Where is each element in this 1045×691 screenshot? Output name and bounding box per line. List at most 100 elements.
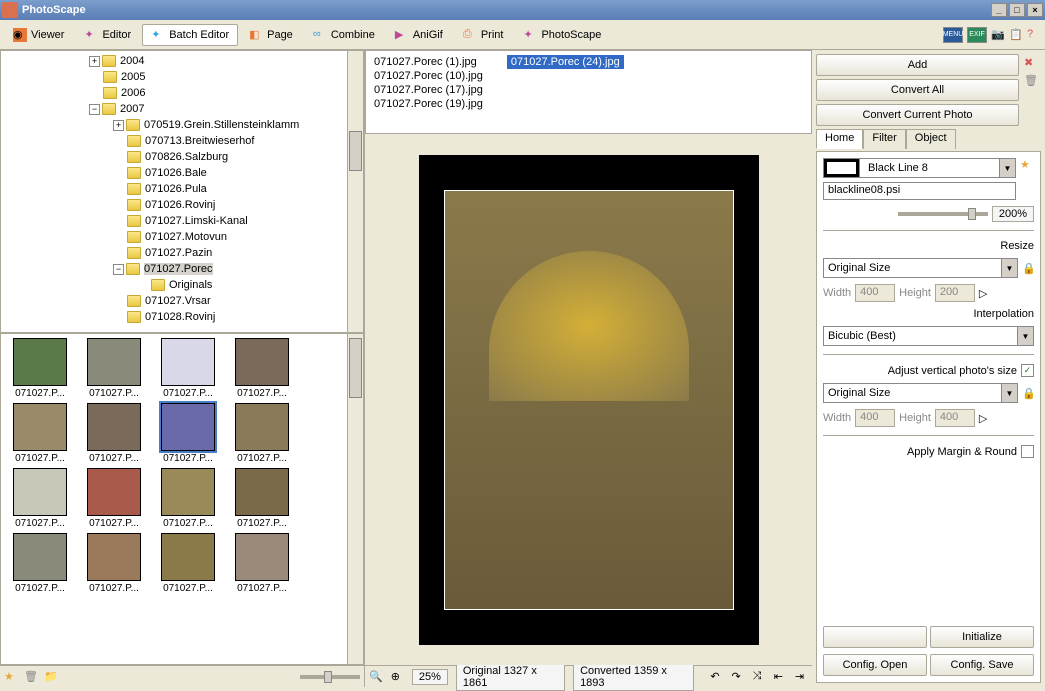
tab-home[interactable]: Home xyxy=(816,129,863,149)
thumbnail[interactable]: 071027.P... xyxy=(153,338,223,399)
expand-icon[interactable]: + xyxy=(89,56,100,67)
chevron-down-icon[interactable]: ▼ xyxy=(1017,327,1033,345)
tree-item[interactable]: 071026.Bale xyxy=(1,165,347,181)
chevron-down-icon[interactable]: ▼ xyxy=(999,159,1015,177)
collapse-icon[interactable]: − xyxy=(89,104,100,115)
triangle-icon[interactable]: ▷ xyxy=(979,287,991,299)
chevron-down-icon[interactable]: ▼ xyxy=(1001,384,1017,402)
thumbnail[interactable]: 071027.P... xyxy=(227,338,297,399)
file-item[interactable]: 071027.Porec (10).jpg xyxy=(370,69,487,83)
thumbnail[interactable]: 071027.P... xyxy=(5,533,75,594)
tree-item[interactable]: 071026.Pula xyxy=(1,181,347,197)
undo-icon[interactable]: ↶ xyxy=(710,670,723,684)
tree-item[interactable]: 2005 xyxy=(1,69,347,85)
thumbnail[interactable]: 071027.P... xyxy=(5,338,75,399)
file-item[interactable]: 071027.Porec (1).jpg xyxy=(370,55,487,69)
thumbnail[interactable]: 071027.P... xyxy=(79,468,149,529)
camera-icon[interactable]: 📷 xyxy=(991,28,1005,42)
shuffle-icon[interactable]: ⤨ xyxy=(753,670,766,684)
interpolation-dropdown[interactable]: Bicubic (Best)▼ xyxy=(823,326,1034,346)
photoscape-tab[interactable]: ✦PhotoScape xyxy=(514,24,610,46)
resize-dropdown[interactable]: Original Size▼ xyxy=(823,258,1018,278)
trash-icon[interactable]: 🗑 xyxy=(1024,74,1038,88)
frame-file-input[interactable]: blackline08.psi xyxy=(823,182,1016,200)
tree-item[interactable]: 2006 xyxy=(1,85,347,101)
initialize-button[interactable]: Initialize xyxy=(930,626,1034,648)
triangle-icon[interactable]: ▷ xyxy=(979,412,991,424)
tree-item[interactable]: +2004 xyxy=(1,53,347,69)
slider-thumb[interactable] xyxy=(324,671,332,683)
minimize-button[interactable]: _ xyxy=(991,3,1007,17)
menu-button[interactable]: MENU xyxy=(943,27,963,43)
chevron-down-icon[interactable]: ▼ xyxy=(1001,259,1017,277)
tree-item-selected[interactable]: −071027.Porec xyxy=(1,261,347,277)
editor-tab[interactable]: ✦Editor xyxy=(75,24,140,46)
blank-button[interactable] xyxy=(823,626,927,648)
thumbnail[interactable]: 071027.P... xyxy=(153,403,223,464)
batch-editor-tab[interactable]: ✦Batch Editor xyxy=(142,24,238,46)
trash-icon[interactable]: 🗑 xyxy=(24,670,38,684)
frame-dropdown[interactable]: Black Line 8 ▼ xyxy=(823,158,1016,178)
config-save-button[interactable]: Config. Save xyxy=(930,654,1034,676)
tree-item[interactable]: 071027.Limski-Kanal xyxy=(1,213,347,229)
tree-item[interactable]: 071026.Rovinj xyxy=(1,197,347,213)
clipboard-icon[interactable]: 📋 xyxy=(1009,28,1023,42)
maximize-button[interactable]: □ xyxy=(1009,3,1025,17)
collapse-icon[interactable]: − xyxy=(113,264,124,275)
tree-item[interactable]: 071027.Pazin xyxy=(1,245,347,261)
tree-item[interactable]: 070713.Breitwieserhof xyxy=(1,133,347,149)
thumbnail[interactable]: 071027.P... xyxy=(79,403,149,464)
thumbnail[interactable]: 071027.P... xyxy=(227,468,297,529)
tree-item[interactable]: 070826.Salzburg xyxy=(1,149,347,165)
apply-margin-checkbox[interactable] xyxy=(1021,445,1034,458)
config-open-button[interactable]: Config. Open xyxy=(823,654,927,676)
tree-item[interactable]: 071027.Motovun xyxy=(1,229,347,245)
zoom-in-icon[interactable]: ⊕ xyxy=(391,670,404,684)
thumb-size-slider[interactable] xyxy=(300,675,360,679)
first-icon[interactable]: ⇤ xyxy=(774,670,787,684)
tree-item[interactable]: −2007 xyxy=(1,101,347,117)
print-tab[interactable]: ⎙Print xyxy=(454,24,513,46)
convert-all-button[interactable]: Convert All xyxy=(816,79,1019,101)
close-button[interactable]: × xyxy=(1027,3,1043,17)
delete-icon[interactable]: ✖ xyxy=(1024,56,1038,70)
help-icon[interactable]: ? xyxy=(1027,28,1041,42)
anigif-tab[interactable]: ▶AniGif xyxy=(386,24,452,46)
tab-object[interactable]: Object xyxy=(906,129,956,149)
convert-current-button[interactable]: Convert Current Photo xyxy=(816,104,1019,126)
tree-item[interactable]: +070519.Grein.Stillensteinklamm xyxy=(1,117,347,133)
thumbnail[interactable]: 071027.P... xyxy=(153,533,223,594)
exif-button[interactable]: EXIF xyxy=(967,27,987,43)
adjust-vertical-checkbox[interactable]: ✓ xyxy=(1021,364,1034,377)
thumbnail[interactable]: 071027.P... xyxy=(79,533,149,594)
lock-icon[interactable]: 🔒 xyxy=(1022,262,1034,274)
folder-open-icon[interactable]: 📁 xyxy=(44,670,58,684)
thumbnail[interactable]: 071027.P... xyxy=(227,533,297,594)
thumbnail[interactable]: 071027.P... xyxy=(153,468,223,529)
slider-thumb[interactable] xyxy=(968,208,976,220)
add-button[interactable]: Add xyxy=(816,54,1019,76)
vertical-size-dropdown[interactable]: Original Size▼ xyxy=(823,383,1018,403)
scroll-thumb[interactable] xyxy=(349,131,362,171)
combine-tab[interactable]: ∞Combine xyxy=(304,24,384,46)
last-icon[interactable]: ⇥ xyxy=(795,670,808,684)
file-item-selected[interactable]: 071027.Porec (24).jpg xyxy=(507,55,624,69)
scroll-thumb[interactable] xyxy=(349,338,362,398)
thumbnail[interactable]: 071027.P... xyxy=(5,403,75,464)
thumbnail[interactable]: 071027.P... xyxy=(5,468,75,529)
file-item[interactable]: 071027.Porec (17).jpg xyxy=(370,83,487,97)
thumbnail[interactable]: 071027.P... xyxy=(227,403,297,464)
tree-item[interactable]: 071028.Rovinj xyxy=(1,309,347,325)
zoom-fit-icon[interactable]: 🔍 xyxy=(369,670,383,684)
tree-item[interactable]: 071027.Vrsar xyxy=(1,293,347,309)
star-icon[interactable]: ★ xyxy=(1020,158,1034,172)
tab-filter[interactable]: Filter xyxy=(863,129,905,149)
redo-icon[interactable]: ↷ xyxy=(731,670,744,684)
lock-icon[interactable]: 🔒 xyxy=(1022,387,1034,399)
scrollbar[interactable] xyxy=(347,334,363,664)
viewer-tab[interactable]: ◉Viewer xyxy=(4,24,73,46)
tree-item[interactable]: Originals xyxy=(1,277,347,293)
expand-icon[interactable]: + xyxy=(113,120,124,131)
page-tab[interactable]: ◧Page xyxy=(240,24,302,46)
zoom-slider[interactable] xyxy=(898,212,988,216)
